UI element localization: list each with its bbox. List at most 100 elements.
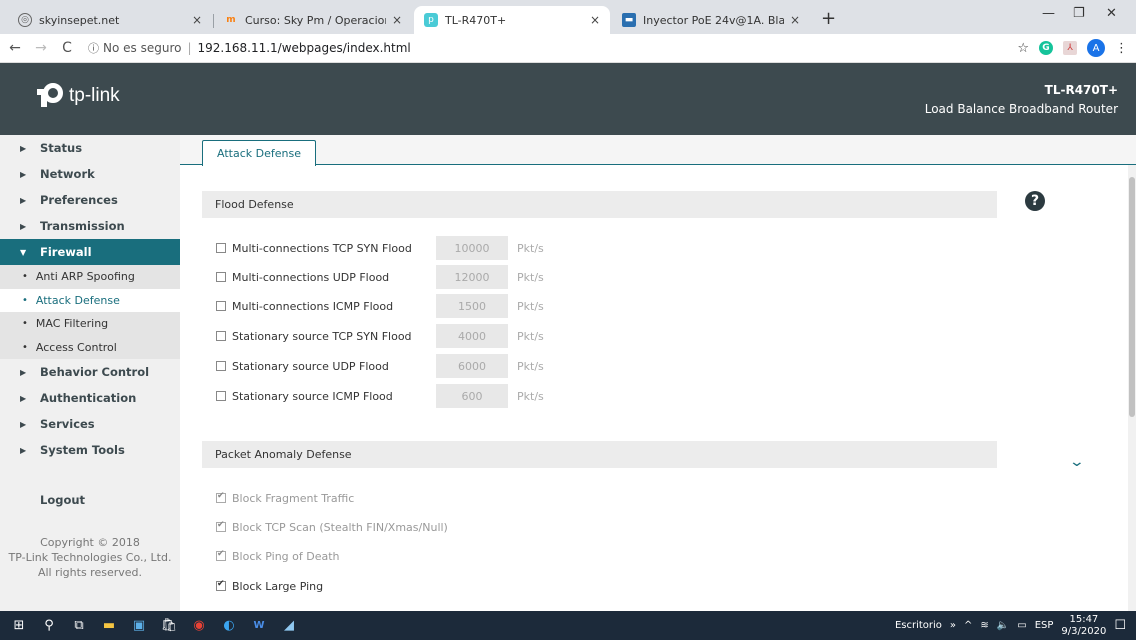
flood-row: Multi-connections ICMP Flood Pkt/s bbox=[216, 294, 544, 318]
flood-threshold-input[interactable] bbox=[436, 294, 508, 318]
anomaly-checkbox[interactable] bbox=[216, 549, 226, 561]
caret-right-icon: ▶ bbox=[20, 143, 27, 153]
tplink-logo: tp-link bbox=[33, 81, 120, 111]
logout-link[interactable]: Logout bbox=[0, 493, 180, 513]
edge-icon[interactable]: ◐ bbox=[214, 611, 244, 640]
browser-tab-tplink[interactable]: p TL-R470T+ × bbox=[414, 6, 610, 34]
paint-icon[interactable]: ◢ bbox=[274, 611, 304, 640]
anomaly-checkbox[interactable] bbox=[216, 579, 226, 591]
control-panel-icon[interactable]: ▣ bbox=[124, 611, 154, 640]
address-bar: ← → C ⓘ No es seguro | 192.168.11.1/webp… bbox=[0, 34, 1136, 63]
profile-avatar[interactable]: A bbox=[1087, 39, 1105, 57]
reload-icon[interactable]: C bbox=[56, 40, 78, 56]
sidebar-item-label: System Tools bbox=[40, 443, 125, 457]
back-icon[interactable]: ← bbox=[4, 40, 26, 56]
sidebar-item-authentication[interactable]: ▶ Authentication bbox=[0, 385, 180, 411]
tray-chevron-icon[interactable]: » bbox=[950, 620, 956, 631]
clock[interactable]: 15:47 9/3/2020 bbox=[1061, 614, 1106, 638]
sidebar-subitem-label: MAC Filtering bbox=[35, 317, 109, 331]
flood-label: Stationary source UDP Flood bbox=[232, 359, 389, 373]
flood-threshold-input[interactable] bbox=[436, 384, 508, 408]
model-info: TL-R470T+ Load Balance Broadband Router bbox=[925, 81, 1118, 119]
close-icon[interactable]: × bbox=[790, 13, 800, 27]
sidebar-item-preferences[interactable]: ▶ Preferences bbox=[0, 187, 180, 213]
tab-attack-defense[interactable]: Attack Defense bbox=[202, 140, 316, 166]
tab-title: skyinsepet.net bbox=[39, 13, 120, 27]
chevron-down-icon[interactable]: ⌄ bbox=[1069, 454, 1085, 470]
sidebar-item-services[interactable]: ▶ Services bbox=[0, 411, 180, 437]
anomaly-checkbox[interactable] bbox=[216, 491, 226, 503]
flood-checkbox[interactable] bbox=[216, 272, 226, 282]
notifications-icon[interactable]: ☐ bbox=[1114, 618, 1126, 633]
info-icon[interactable]: ⓘ bbox=[88, 40, 99, 56]
help-icon[interactable]: ? bbox=[1025, 191, 1045, 211]
scrollbar[interactable] bbox=[1128, 165, 1136, 611]
menu-kebab-icon[interactable]: ⋮ bbox=[1115, 41, 1128, 56]
anomaly-checkbox[interactable] bbox=[216, 520, 226, 532]
flood-checkbox[interactable] bbox=[216, 361, 226, 371]
browser-tab-inyector[interactable]: ▬ Inyector PoE 24v@1A. Blanco GK × bbox=[612, 6, 810, 34]
file-explorer-icon[interactable]: ▬ bbox=[94, 611, 124, 640]
url-field[interactable]: ⓘ No es seguro | 192.168.11.1/webpages/i… bbox=[88, 40, 411, 56]
window-close-icon[interactable]: ✕ bbox=[1106, 6, 1117, 21]
content-area: Flood Defense ? Multi-connections TCP SY… bbox=[180, 166, 1136, 611]
sidebar-item-status[interactable]: ▶ Status bbox=[0, 135, 180, 161]
sidebar-item-firewall[interactable]: ▼ Firewall bbox=[0, 239, 180, 265]
caret-right-icon: ▶ bbox=[20, 419, 27, 429]
tray-up-icon[interactable]: ^ bbox=[964, 620, 972, 631]
star-icon[interactable]: ☆ bbox=[1017, 41, 1029, 56]
url-separator: | bbox=[187, 41, 192, 55]
language-indicator[interactable]: ESP bbox=[1035, 620, 1054, 631]
chrome-icon[interactable]: ◉ bbox=[184, 611, 214, 640]
windows-start-icon[interactable]: ⊞ bbox=[4, 611, 34, 640]
packet-anomaly-header: Packet Anomaly Defense bbox=[202, 441, 997, 468]
flood-threshold-input[interactable] bbox=[436, 324, 508, 348]
sidebar-subitem-mac-filtering[interactable]: • MAC Filtering bbox=[0, 312, 180, 336]
battery-icon[interactable]: ▭ bbox=[1017, 620, 1026, 631]
copyright-line: All rights reserved. bbox=[37, 566, 143, 579]
scroll-thumb[interactable] bbox=[1129, 177, 1135, 417]
browser-tab-bar: ◎ skyinsepet.net × m Curso: Sky Pm / Ope… bbox=[0, 0, 1136, 34]
maximize-icon[interactable]: ❐ bbox=[1073, 6, 1085, 21]
flood-threshold-input[interactable] bbox=[436, 265, 508, 289]
router-header: tp-link TL-R470T+ Load Balance Broadband… bbox=[0, 63, 1136, 135]
pdf-extension-icon[interactable]: ⅄ bbox=[1063, 41, 1077, 55]
grammarly-icon[interactable]: G bbox=[1039, 41, 1053, 55]
flood-checkbox[interactable] bbox=[216, 331, 226, 341]
wifi-icon[interactable]: ≋ bbox=[980, 620, 988, 631]
sidebar-item-behavior-control[interactable]: ▶ Behavior Control bbox=[0, 359, 180, 385]
sidebar-subitem-anti-arp-spoofing[interactable]: • Anti ARP Spoofing bbox=[0, 265, 180, 289]
browser-tab-skyinsepet[interactable]: ◎ skyinsepet.net × bbox=[8, 6, 212, 34]
sidebar-subitem-access-control[interactable]: • Access Control bbox=[0, 335, 180, 359]
flood-checkbox[interactable] bbox=[216, 391, 226, 401]
word-icon[interactable]: W bbox=[244, 611, 274, 640]
volume-icon[interactable]: 🔈 bbox=[997, 620, 1009, 631]
close-icon[interactable]: × bbox=[392, 13, 402, 27]
anomaly-row: Block TCP Scan (Stealth FIN/Xmas/Null) bbox=[216, 517, 448, 537]
model-name: TL-R470T+ bbox=[1044, 83, 1118, 97]
sidebar-item-network[interactable]: ▶ Network bbox=[0, 161, 180, 187]
model-subtitle: Load Balance Broadband Router bbox=[924, 102, 1118, 116]
moodle-icon: m bbox=[226, 15, 236, 25]
close-icon[interactable]: × bbox=[192, 13, 202, 27]
flood-threshold-input[interactable] bbox=[436, 236, 508, 260]
toolbar-right: ☆ G ⅄ A ⋮ bbox=[1017, 39, 1128, 57]
store-icon[interactable]: 🛍 bbox=[154, 611, 184, 640]
browser-tab-curso[interactable]: m Curso: Sky Pm / Operacion × bbox=[214, 6, 412, 34]
task-view-icon[interactable]: ⧉ bbox=[64, 611, 94, 640]
system-tray: Escritorio » ^ ≋ 🔈 ▭ ESP 15:47 9/3/2020 … bbox=[895, 611, 1136, 640]
sidebar-item-system-tools[interactable]: ▶ System Tools bbox=[0, 437, 180, 463]
flood-checkbox[interactable] bbox=[216, 301, 226, 311]
sidebar-item-transmission[interactable]: ▶ Transmission bbox=[0, 213, 180, 239]
search-icon[interactable]: ⚲ bbox=[34, 611, 64, 640]
desktop-label[interactable]: Escritorio bbox=[895, 620, 942, 631]
tab-title: Curso: Sky Pm / Operacion bbox=[245, 13, 386, 27]
sidebar-subitem-attack-defense[interactable]: • Attack Defense bbox=[0, 288, 180, 312]
close-icon[interactable]: × bbox=[590, 13, 600, 27]
forward-icon[interactable]: → bbox=[30, 40, 52, 56]
anomaly-label: Block Ping of Death bbox=[232, 549, 340, 563]
new-tab-button[interactable]: + bbox=[821, 8, 836, 29]
minimize-icon[interactable]: — bbox=[1042, 6, 1055, 21]
flood-checkbox[interactable] bbox=[216, 243, 226, 253]
flood-threshold-input[interactable] bbox=[436, 354, 508, 378]
